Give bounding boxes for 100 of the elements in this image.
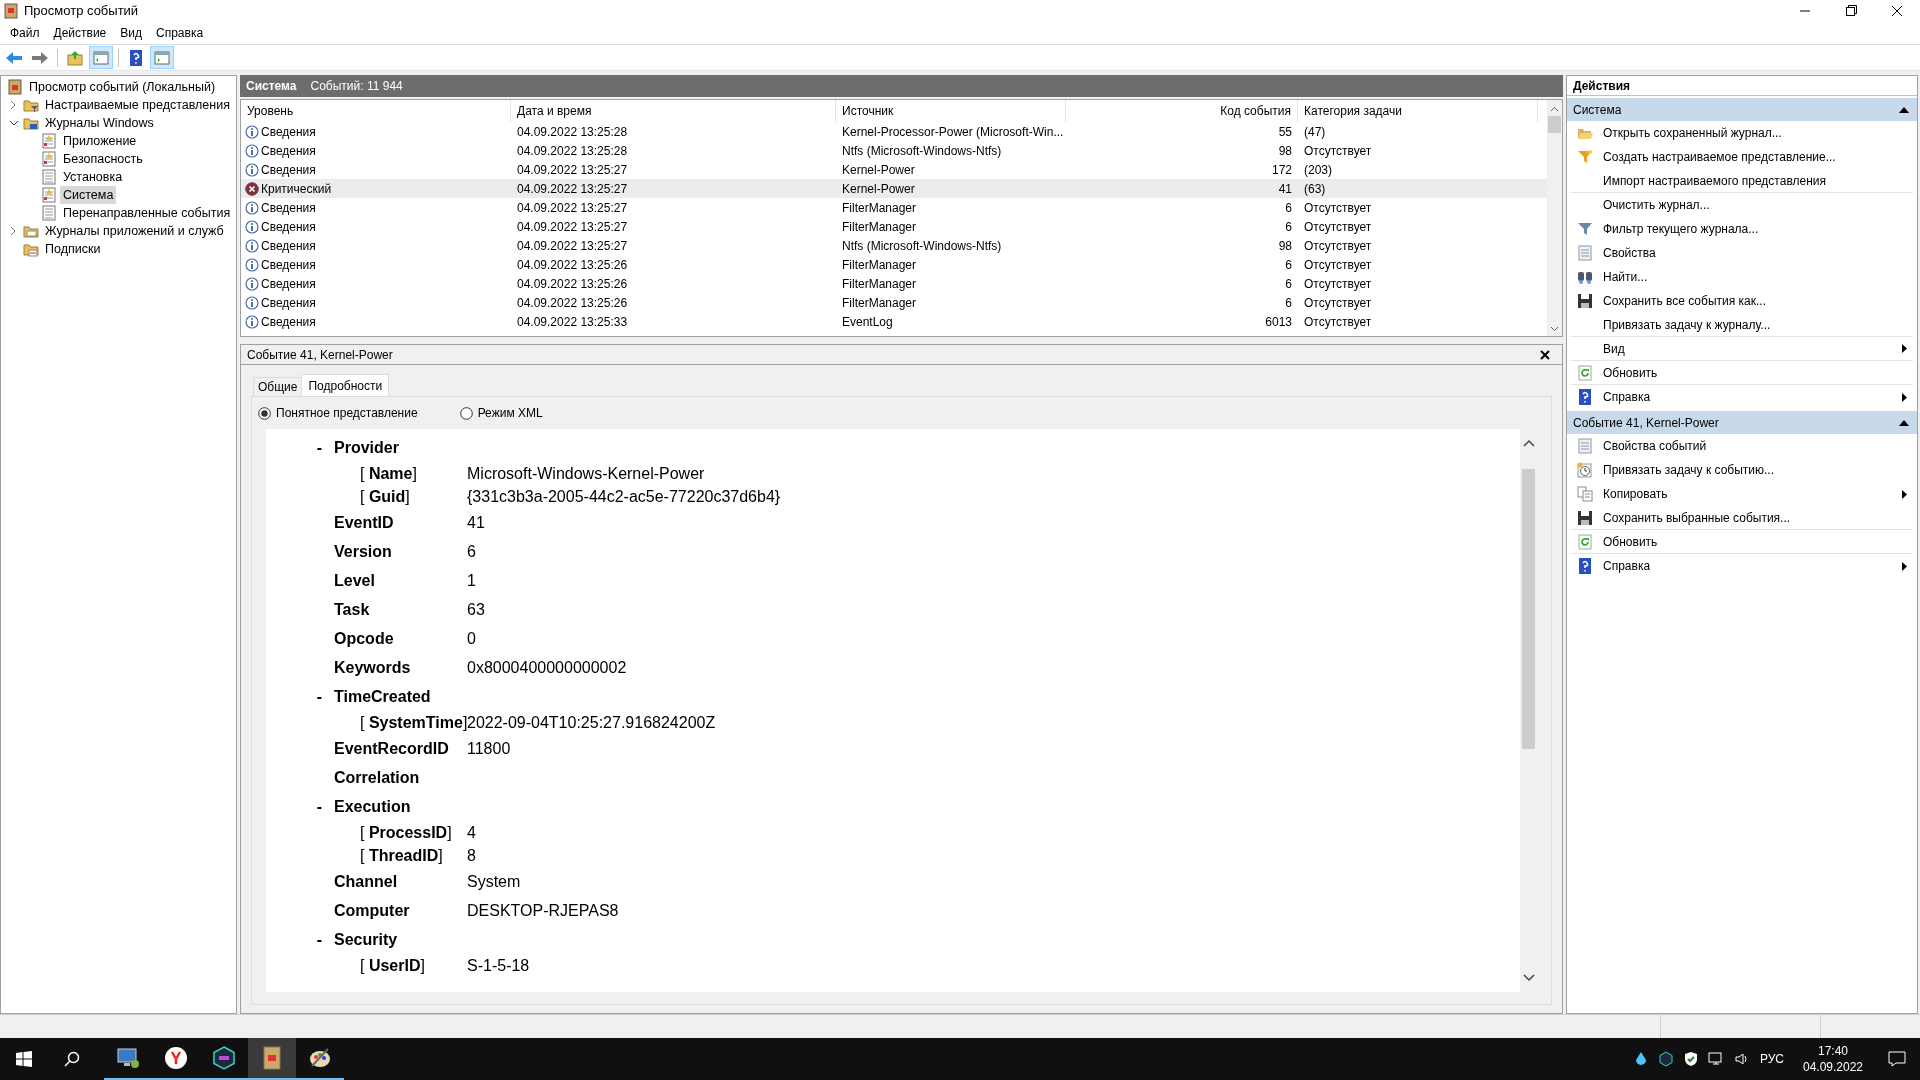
menu-item[interactable]: Файл [4,24,46,42]
field-label: Computer [334,900,411,921]
table-row[interactable]: Сведения 04.09.2022 13:25:26 FilterManager 6 Отсутствует [241,293,1547,312]
scroll-down-icon[interactable] [1550,326,1559,332]
collapse-toggle[interactable]: - [316,794,322,819]
attribute-name: [ ThreadID] [360,845,444,866]
tray-hexagon-icon[interactable] [1657,1051,1674,1067]
action-item[interactable]: Обновить [1603,363,1658,382]
section-title: Событие 41, Kernel-Power [1573,414,1719,432]
table-row[interactable]: Критический 04.09.2022 13:25:27 Kernel-Power 41 (63) [241,179,1547,198]
properties-icon [1577,245,1593,261]
scroll-thumb[interactable] [1522,469,1535,749]
action-item[interactable]: Открыть сохраненный журнал... [1603,124,1782,142]
collapse-toggle[interactable]: - [316,927,322,952]
table-row[interactable]: Сведения 04.09.2022 13:25:27 Kernel-Power 172 (203) [241,160,1547,179]
collapse-toggle[interactable]: - [316,684,322,709]
section-header[interactable]: Система [1567,98,1917,121]
table-row[interactable]: Сведения 04.09.2022 13:25:27 FilterManager 6 Отсутствует [241,217,1547,236]
attribute-name: [ SystemTime] [360,712,467,733]
action-item[interactable]: Справка [1603,388,1651,406]
field-label: EventID [334,512,395,533]
tray-drop-icon[interactable] [1633,1051,1648,1067]
action-item[interactable]: Копировать [1603,485,1668,503]
tree-item[interactable]: Установка [60,167,126,187]
properties-icon [1577,438,1593,454]
tree-item[interactable]: Безопасность [60,149,146,169]
action-item[interactable]: Очистить журнал... [1603,196,1710,214]
action-item[interactable]: Сохранить выбранные события... [1603,508,1791,527]
copy-icon [1577,486,1593,502]
action-item[interactable]: Сохранить все события как... [1603,292,1766,310]
tree-item[interactable]: Перенаправленные события [60,203,234,223]
language-indicator[interactable]: РУС [1759,1050,1784,1068]
section-header[interactable]: Событие 41, Kernel-Power [1567,411,1917,434]
action-item[interactable]: Фильтр текущего журнала... [1603,220,1759,238]
tree-item[interactable]: Настраиваемые представления [42,95,233,115]
tab[interactable]: Общие [253,377,302,396]
table-cell-text: Kernel-Processor-Power (Microsoft-Win... [842,123,1064,141]
table-row[interactable]: Сведения 04.09.2022 13:25:26 FilterManager 6 Отсутствует [241,274,1547,293]
tree-item[interactable]: Журналы приложений и служб [42,221,227,241]
scroll-down-icon[interactable] [1522,974,1535,982]
action-item[interactable]: Импорт настраиваемого представления [1603,171,1826,190]
radio-button[interactable]: Понятное представление [258,404,418,422]
scrollbar[interactable] [1547,100,1562,336]
attribute-value: {331c3b3a-2005-44c2-ac5e-77220c37d6b4} [467,486,781,507]
table-row[interactable]: Сведения 04.09.2022 13:25:28 Ntfs (Microsoft-Windows-Ntfs) 98 Отсутствует [241,141,1547,160]
table-cell-text: 6 [1285,218,1292,236]
column-header[interactable]: Категория задачи [1298,100,1538,122]
speaker-icon[interactable] [1733,1051,1750,1067]
notification-icon[interactable] [1888,1051,1906,1067]
table-cell-text: 98 [1278,142,1292,160]
field-value: 63 [467,599,485,620]
scroll-up-icon[interactable] [1522,439,1535,447]
column-header[interactable]: Код события [1066,100,1298,122]
tab[interactable]: Подробности [301,374,390,396]
table-row[interactable]: Сведения 04.09.2022 13:25:28 Kernel-Processor-Power (Microsoft-Win... 55 (47) [241,122,1547,141]
action-item[interactable]: Справка [1603,557,1651,575]
action-item[interactable]: Свойства [1603,244,1656,262]
table-row[interactable]: Сведения 04.09.2022 13:25:33 EventLog 6013 Отсутствует [241,312,1547,331]
action-item[interactable]: Свойства событий [1603,437,1707,455]
close-icon[interactable] [1540,349,1550,360]
table-cell-text: 6 [1285,199,1292,217]
radio-button[interactable]: Режим XML [459,404,543,422]
table-cell-text: (63) [1304,180,1326,198]
field-value: 41 [467,512,485,533]
field-label: Provider [334,437,400,458]
folder-up-icon [66,48,84,67]
tree-item[interactable]: Журналы Windows [42,113,157,133]
scroll-thumb[interactable] [1548,116,1561,133]
shield-icon[interactable] [1683,1051,1698,1067]
windows-start-icon[interactable] [16,1051,32,1067]
field-label: Security [334,929,399,950]
tree-item[interactable]: Подписки [42,239,104,259]
log-icon [41,187,57,203]
action-item[interactable]: Привязать задачу к событию... [1603,461,1774,479]
tree-item[interactable]: Просмотр событий (Локальный) [26,77,219,97]
clock[interactable]: 17:40 04.09.2022 [1794,1043,1872,1075]
table-cell-text: 04.09.2022 13:25:27 [517,180,628,198]
scroll-up-icon[interactable] [1550,106,1559,112]
menu-item[interactable]: Действие [47,24,113,42]
table-row[interactable]: Сведения 04.09.2022 13:25:27 Ntfs (Microsoft-Windows-Ntfs) 98 Отсутствует [241,236,1547,255]
action-item[interactable]: Обновить [1603,532,1658,551]
collapse-toggle[interactable]: - [316,435,322,460]
search-icon[interactable] [64,1051,80,1067]
action-item[interactable]: Создать настраиваемое представление... [1603,148,1836,166]
menu-item[interactable]: Вид [114,24,148,42]
tree-item[interactable]: Приложение [60,131,140,151]
menu-item[interactable]: Справка [150,24,210,42]
action-item[interactable]: Вид [1603,339,1625,358]
table-row[interactable]: Сведения 04.09.2022 13:25:26 FilterManager 6 Отсутствует [241,255,1547,274]
column-header[interactable]: Источник [836,100,1066,122]
action-item[interactable]: Привязать задачу к журналу... [1603,315,1771,334]
network-icon[interactable] [1707,1051,1724,1067]
column-header[interactable]: Уровень [241,100,511,122]
table-row[interactable]: Сведения 04.09.2022 13:25:27 FilterManager 6 Отсутствует [241,198,1547,217]
table-cell-text: (47) [1304,123,1326,141]
action-item[interactable]: Найти... [1603,268,1648,286]
tree-item[interactable]: Система [60,185,117,205]
column-header[interactable]: Дата и время [511,100,836,122]
hexagon-app-icon [212,1046,236,1070]
help-icon [1577,389,1593,405]
